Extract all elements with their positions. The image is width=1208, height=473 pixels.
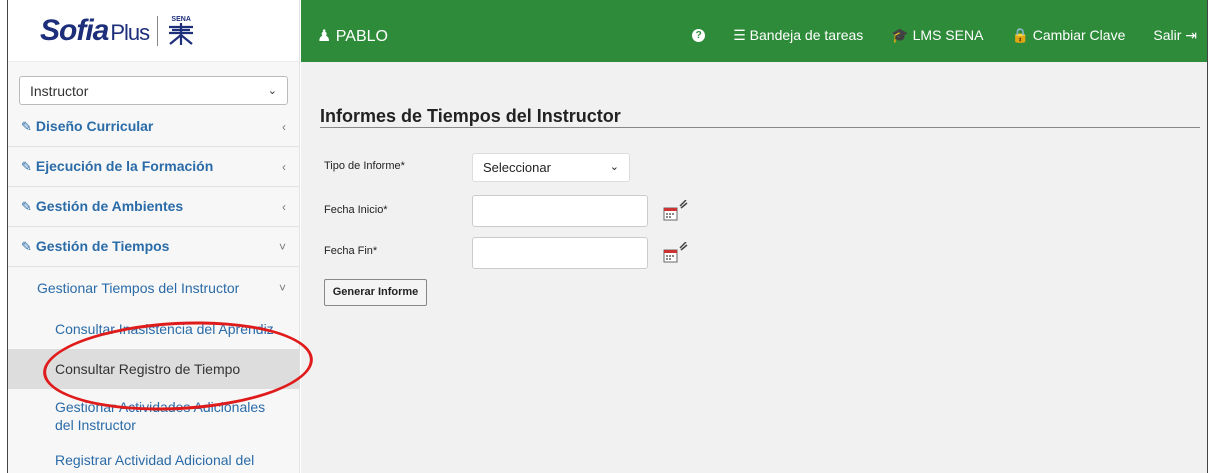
title-divider [320,127,1200,128]
menu-item-label: Gestión de Ambientes [35,198,184,214]
edit-icon: ✎ [21,119,32,134]
fecha-fin-label: Fecha Fin* [324,245,378,257]
user-name: PABLO [335,28,388,45]
inbox-icon: ☰ [733,27,746,43]
sena-logo-icon: SENA [166,16,196,45]
chevron-down-icon: ⌄ [609,161,619,173]
edit-icon: ✎ [21,199,32,214]
tipo-informe-label: Tipo de Informe* [324,160,405,172]
menu-item-diseno-curricular[interactable]: ✎ Diseño Curricular ‹ [8,107,300,147]
menu-item-tiempos[interactable]: ✎ Gestión de Tiempos ˅ [8,227,300,267]
menu-item-label: Gestión de Tiempos [35,238,170,254]
edit-icon: ✎ [21,239,32,254]
role-select-value: Instructor [30,82,89,99]
sign-out-icon: ⇥ [1185,27,1197,43]
role-select[interactable]: Instructor ⌄ [19,76,288,105]
submenu-label: Gestionar Tiempos del Instructor [37,280,240,296]
submenu-gestionar-tiempos[interactable]: Gestionar Tiempos del Instructor ˅ [8,267,300,309]
menu-item-ejecucion[interactable]: ✎ Ejecución de la Formación ‹ [8,147,300,187]
chevron-left-icon: ‹ [282,159,286,174]
tipo-informe-select[interactable]: Seleccionar ⌄ [472,153,630,182]
app-frame: SofiaPlus SENA Instructor ⌄ ✎ Diseño Curr… [7,0,1208,473]
fecha-fin-calendar-icon[interactable] [663,241,689,269]
logo-sofia: SofiaPlus [40,13,150,47]
nav-bandeja-tareas[interactable]: ☰ Bandeja de tareas [733,27,863,44]
logo-separator [157,15,159,46]
lock-icon: 🔒 [1011,27,1029,43]
tipo-informe-value: Seleccionar [483,160,551,175]
help-icon[interactable]: ? [692,29,706,42]
top-nav: ? ☰ Bandeja de tareas 🎓 LMS SENA 🔒 Cambi… [692,27,1207,44]
edit-icon: ✎ [21,159,32,174]
chevron-left-icon: ‹ [282,119,286,134]
sidebar: SofiaPlus SENA Instructor ⌄ ✎ Diseño Curr… [8,0,300,473]
generar-informe-button[interactable]: Generar Informe [324,279,427,306]
fecha-inicio-label: Fecha Inicio* [324,204,388,216]
sidebar-item-consultar-registro[interactable]: Consultar Registro de Tiempo [8,349,300,389]
fecha-fin-input[interactable] [472,237,648,269]
nav-cambiar-clave[interactable]: 🔒 Cambiar Clave [1011,27,1125,44]
sidebar-item-registrar-actividad[interactable]: Registrar Actividad Adicional del Instru… [8,443,300,473]
main-content: Informes de Tiempos del Instructor Tipo … [301,62,1207,473]
menu-item-label: Diseño Curricular [35,118,154,134]
menu-item-label: Ejecución de la Formación [35,158,214,174]
page-title: Informes de Tiempos del Instructor [320,106,621,126]
fecha-inicio-calendar-icon[interactable] [663,199,689,227]
top-bar: ♟ PABLO ? ☰ Bandeja de tareas 🎓 LMS SENA… [301,0,1207,62]
user-menu[interactable]: ♟ PABLO [317,26,388,46]
chevron-down-icon: ˅ [278,281,286,295]
chevron-down-icon: ⌄ [267,85,277,97]
fecha-inicio-input[interactable] [472,195,648,227]
menu-item-ambientes[interactable]: ✎ Gestión de Ambientes ‹ [8,187,300,227]
user-icon: ♟ [317,28,332,45]
sidebar-menu: ✎ Diseño Curricular ‹ ✎ Ejecución de la Fo… [8,107,300,473]
chevron-down-icon: ˅ [278,239,286,254]
sidebar-item-gestionar-actividades[interactable]: Gestionar Actividades Adicionales del In… [8,389,300,443]
sidebar-item-consultar-inasistencia[interactable]: Consultar Inasistencia del Aprendiz [8,309,300,349]
logo: SofiaPlus SENA [8,0,299,62]
graduation-cap-icon: 🎓 [891,27,909,43]
chevron-left-icon: ‹ [282,199,286,214]
nav-lms-sena[interactable]: 🎓 LMS SENA [891,27,983,44]
nav-salir[interactable]: Salir ⇥ [1153,27,1197,44]
